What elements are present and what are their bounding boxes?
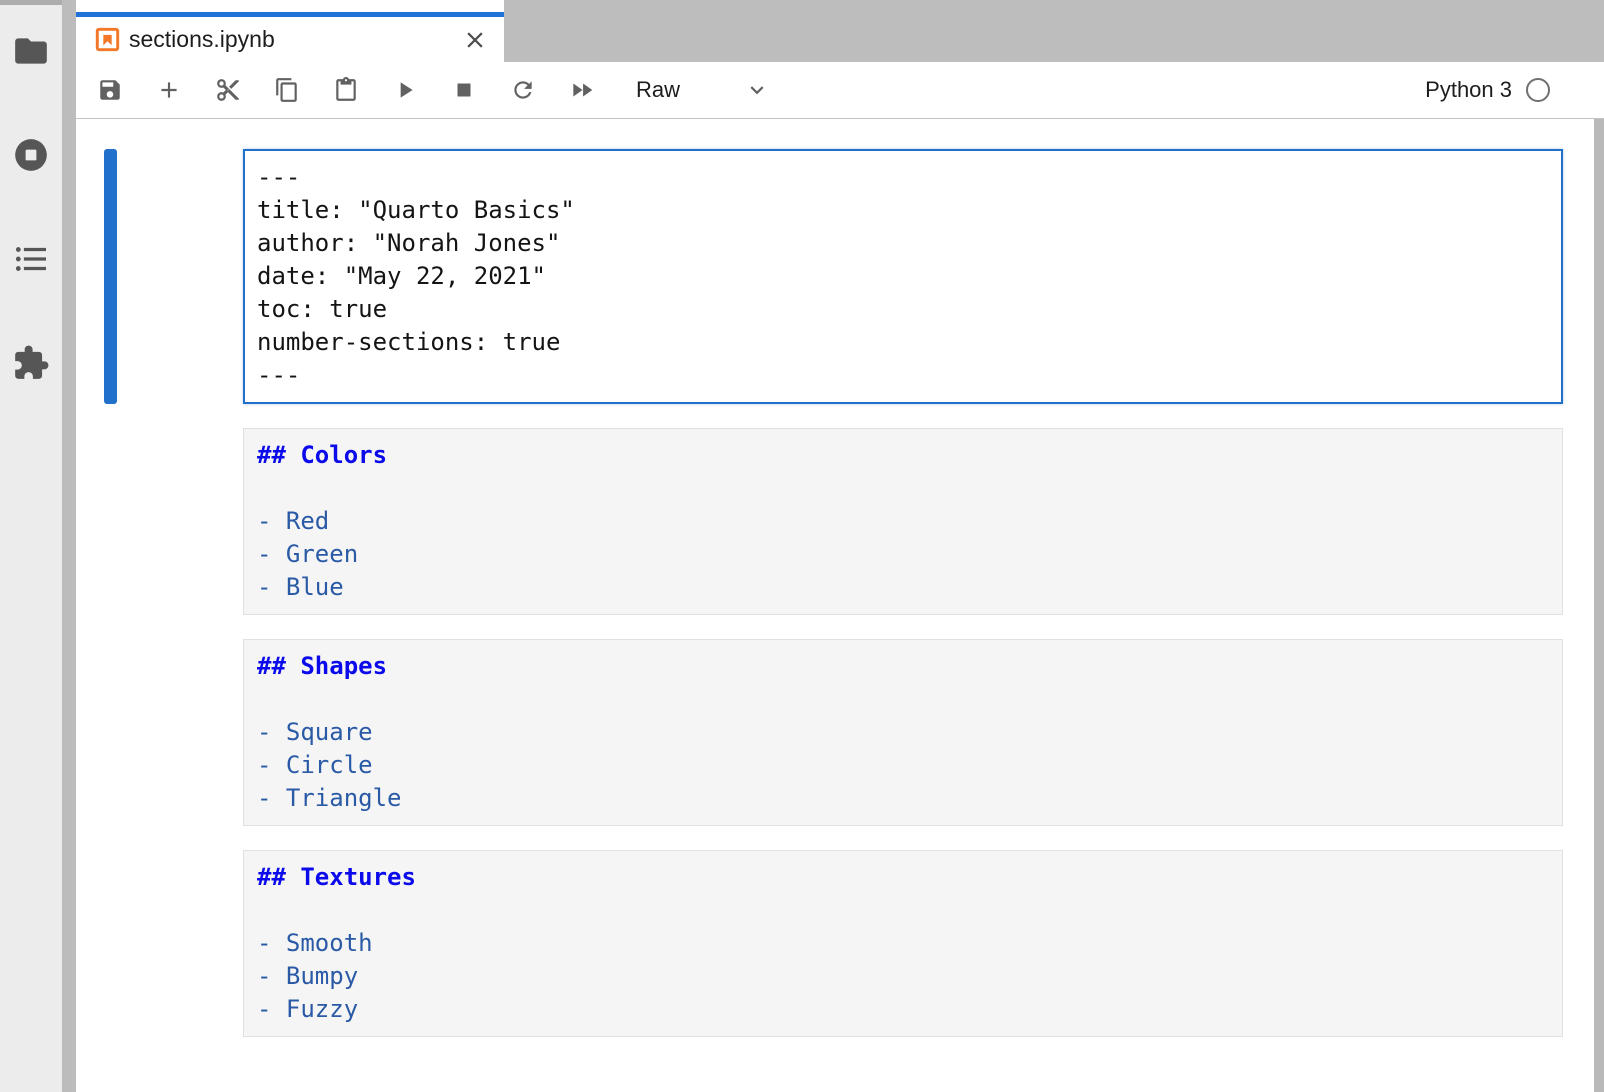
fast-forward-icon bbox=[569, 77, 595, 103]
code-line: - Fuzzy bbox=[257, 993, 1549, 1026]
cell-collapser bbox=[104, 850, 117, 1037]
chevron-down-icon bbox=[744, 77, 770, 103]
code-line: ## Colors bbox=[257, 439, 1549, 472]
cell-collapser bbox=[104, 428, 117, 615]
code-line: - Green bbox=[257, 538, 1549, 571]
code-line: - Triangle bbox=[257, 782, 1549, 815]
raw-cell[interactable]: ---title: "Quarto Basics"author: "Norah … bbox=[104, 149, 1563, 404]
code-line: date: "May 22, 2021" bbox=[257, 260, 1549, 293]
code-line: - Bumpy bbox=[257, 960, 1549, 993]
restart-kernel-button[interactable] bbox=[510, 77, 536, 103]
main-area: sections.ipynb bbox=[76, 0, 1604, 1092]
code-line bbox=[257, 472, 1549, 505]
jupyterlab-window: sections.ipynb bbox=[0, 0, 1604, 1092]
restart-icon bbox=[510, 77, 536, 103]
paste-icon bbox=[333, 77, 359, 103]
notebook-toolbar: Raw Python 3 bbox=[76, 62, 1604, 119]
folder-icon bbox=[12, 32, 50, 70]
code-line bbox=[257, 683, 1549, 716]
cell-type-dropdown[interactable]: Raw bbox=[636, 77, 770, 103]
cut-cells-button[interactable] bbox=[215, 77, 241, 103]
kernel-status-icon bbox=[1526, 78, 1550, 102]
paste-cells-button[interactable] bbox=[333, 77, 359, 103]
cell-collapser bbox=[104, 639, 117, 826]
plus-icon bbox=[156, 77, 182, 103]
cell-prompt-gutter bbox=[117, 850, 243, 1037]
cell-prompt-gutter bbox=[117, 149, 243, 404]
code-line: - Smooth bbox=[257, 927, 1549, 960]
sidebar-divider[interactable] bbox=[62, 0, 76, 1092]
sidebar-item-extension-manager[interactable] bbox=[11, 343, 51, 383]
cell-prompt-gutter bbox=[117, 428, 243, 615]
markdown-cell[interactable]: ## Colors - Red- Green- Blue bbox=[104, 428, 1563, 615]
save-icon bbox=[97, 77, 123, 103]
sidebar-item-file-browser[interactable] bbox=[11, 31, 51, 71]
run-cell-button[interactable] bbox=[392, 77, 418, 103]
cell-type-value: Raw bbox=[636, 77, 680, 103]
code-line: ## Textures bbox=[257, 861, 1549, 894]
tab-title: sections.ipynb bbox=[129, 26, 461, 53]
code-line: - Blue bbox=[257, 571, 1549, 604]
copy-icon bbox=[274, 77, 300, 103]
code-line bbox=[257, 894, 1549, 927]
cell-editor[interactable]: ## Shapes - Square- Circle- Triangle bbox=[243, 639, 1563, 826]
cell-collapser[interactable] bbox=[104, 149, 117, 404]
sidebar-item-running-sessions[interactable] bbox=[11, 135, 51, 175]
code-line: ## Shapes bbox=[257, 650, 1549, 683]
sidebar-item-table-of-contents[interactable] bbox=[11, 239, 51, 279]
sidebar-top-border bbox=[0, 0, 62, 5]
tab-sections-ipynb[interactable]: sections.ipynb bbox=[76, 0, 504, 62]
code-line: author: "Norah Jones" bbox=[257, 227, 1549, 260]
kernel-name: Python 3 bbox=[1425, 77, 1512, 103]
notebook-cells: ---title: "Quarto Basics"author: "Norah … bbox=[76, 119, 1604, 1092]
notebook-icon bbox=[95, 27, 120, 52]
left-activity-bar bbox=[0, 0, 62, 1092]
code-line: title: "Quarto Basics" bbox=[257, 194, 1549, 227]
interrupt-kernel-button[interactable] bbox=[451, 77, 477, 103]
insert-cell-button[interactable] bbox=[156, 77, 182, 103]
stop-icon bbox=[451, 77, 477, 103]
cell-prompt-gutter bbox=[117, 639, 243, 826]
right-scroll-gutter[interactable] bbox=[1594, 119, 1604, 1092]
cut-icon bbox=[215, 77, 241, 103]
save-button[interactable] bbox=[97, 77, 123, 103]
code-line: --- bbox=[257, 359, 1549, 392]
cell-editor[interactable]: ## Colors - Red- Green- Blue bbox=[243, 428, 1563, 615]
restart-run-all-button[interactable] bbox=[569, 77, 595, 103]
list-icon bbox=[12, 240, 50, 278]
code-line: - Circle bbox=[257, 749, 1549, 782]
copy-cells-button[interactable] bbox=[274, 77, 300, 103]
close-icon bbox=[462, 27, 488, 53]
code-line: number-sections: true bbox=[257, 326, 1549, 359]
run-icon bbox=[392, 77, 418, 103]
kernel-indicator[interactable]: Python 3 bbox=[1425, 77, 1550, 103]
tab-close-button[interactable] bbox=[461, 26, 489, 54]
code-line: - Square bbox=[257, 716, 1549, 749]
markdown-cell[interactable]: ## Textures - Smooth- Bumpy- Fuzzy bbox=[104, 850, 1563, 1037]
code-line: - Red bbox=[257, 505, 1549, 538]
code-line: --- bbox=[257, 161, 1549, 194]
cell-editor[interactable]: ---title: "Quarto Basics"author: "Norah … bbox=[243, 149, 1563, 404]
puzzle-icon bbox=[12, 344, 50, 382]
cell-editor[interactable]: ## Textures - Smooth- Bumpy- Fuzzy bbox=[243, 850, 1563, 1037]
markdown-cell[interactable]: ## Shapes - Square- Circle- Triangle bbox=[104, 639, 1563, 826]
code-line: toc: true bbox=[257, 293, 1549, 326]
stop-circle-icon bbox=[12, 136, 50, 174]
dock-tab-bar: sections.ipynb bbox=[76, 0, 1604, 62]
